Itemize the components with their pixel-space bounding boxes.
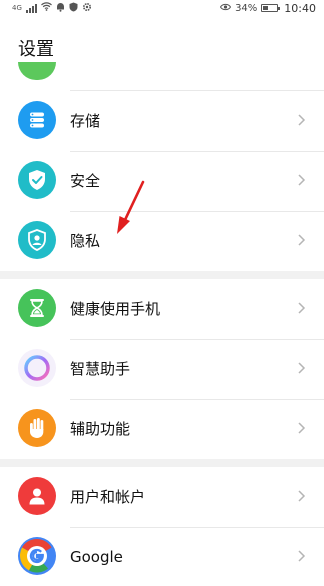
partial-item-icon (18, 62, 56, 80)
signal-icon (25, 3, 37, 13)
settings-item-label: 辅助功能 (70, 420, 131, 438)
hourglass-icon (18, 289, 56, 327)
user-icon (18, 477, 56, 515)
chevron-right-icon (298, 174, 306, 186)
section-gap (0, 271, 324, 279)
settings-item-security[interactable]: 安全 (0, 151, 324, 211)
settings-item-accessibility[interactable]: 辅助功能 (0, 399, 324, 459)
settings-item-label: 存储 (70, 112, 101, 130)
annotation-arrow-icon (117, 180, 145, 234)
gear-status-icon (82, 2, 92, 15)
security-shield-icon (18, 161, 56, 199)
clock: 10:40 (284, 1, 316, 15)
chevron-right-icon (298, 114, 306, 126)
battery-icon (261, 4, 281, 12)
settings-item-label: 用户和帐户 (70, 488, 146, 506)
page-title: 设置 (18, 39, 54, 60)
chevron-right-icon (298, 550, 306, 562)
chevron-right-icon (298, 490, 306, 502)
battery-percent: 34% (235, 2, 258, 14)
chevron-right-icon (298, 422, 306, 434)
hand-icon (18, 409, 56, 447)
storage-icon (18, 101, 56, 139)
privacy-icon (18, 221, 56, 259)
settings-item-label: 安全 (70, 172, 101, 190)
status-bar-left: 4G (12, 2, 92, 15)
network-type-label: 4G (12, 3, 22, 12)
settings-item-label: 健康使用手机 (70, 300, 161, 318)
chevron-right-icon (298, 362, 306, 374)
eye-comfort-icon (219, 3, 232, 14)
google-icon (18, 537, 56, 575)
settings-item-smart-assistant[interactable]: 智慧助手 (0, 339, 324, 399)
chevron-right-icon (298, 234, 306, 246)
settings-item-label: 智慧助手 (70, 360, 131, 378)
wifi-icon (40, 2, 52, 14)
chevron-right-icon (298, 302, 306, 314)
settings-item-users-accounts[interactable]: 用户和帐户 (0, 467, 324, 527)
smart-assistant-icon (18, 349, 56, 387)
settings-item-privacy[interactable]: 隐私 (0, 211, 324, 271)
status-bar: 4G 34% 10:40 (0, 0, 324, 16)
notification-bell-icon (56, 2, 65, 15)
shield-status-icon (69, 2, 78, 15)
settings-item-google[interactable]: Google (0, 527, 324, 586)
section-gap (0, 459, 324, 467)
settings-item-label: Google (70, 548, 123, 566)
settings-item-digital-balance[interactable]: 健康使用手机 (0, 279, 324, 339)
status-bar-right: 34% 10:40 (219, 1, 316, 15)
settings-screen: 4G 34% 10:40 设置 存储 安全 隐私 健康使用手机 智慧助手 辅助功… (0, 0, 324, 586)
settings-item-storage[interactable]: 存储 (0, 91, 324, 151)
settings-item-label: 隐私 (70, 232, 101, 250)
